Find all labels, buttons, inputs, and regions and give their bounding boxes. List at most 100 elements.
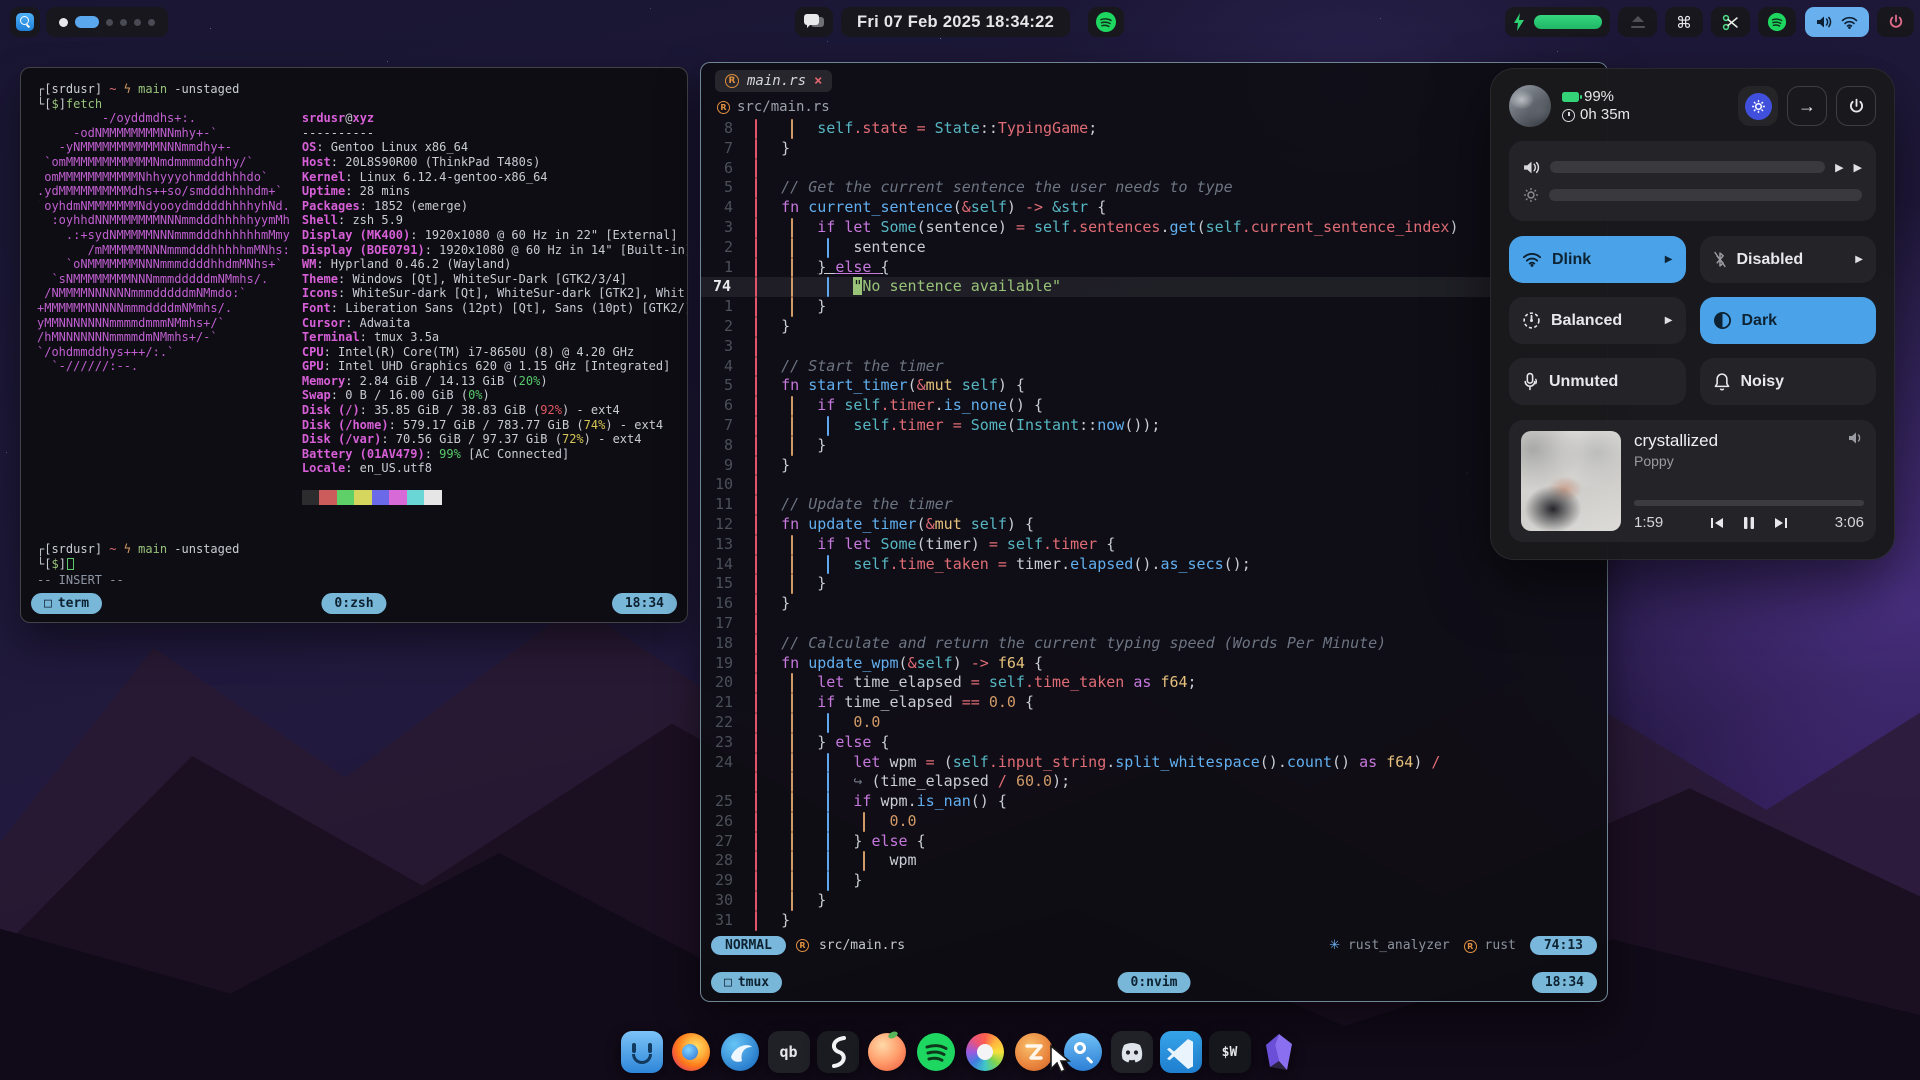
- toggle-bluetooth[interactable]: Disabled▶: [1700, 236, 1877, 283]
- network-audio-widget[interactable]: [1805, 7, 1869, 37]
- spotify-icon: [1767, 12, 1787, 32]
- code-line: ↪ (time_elapsed / 60.0);: [701, 772, 1607, 792]
- spotify-button[interactable]: [1758, 7, 1796, 37]
- dock-dollar-w-app-icon[interactable]: $W: [1209, 1031, 1251, 1073]
- dock-discord-icon[interactable]: [1111, 1031, 1153, 1073]
- code-area[interactable]: 8 self.state = State::TypingGame;7 }65 /…: [701, 119, 1607, 931]
- workspace-indicator[interactable]: [46, 7, 168, 37]
- wifi-icon: [1522, 252, 1542, 267]
- chevron-right-icon[interactable]: ▶: [1665, 254, 1673, 265]
- battery-widget[interactable]: [1505, 7, 1610, 37]
- launcher-button[interactable]: [10, 7, 40, 37]
- code-line: 3: [701, 337, 1607, 357]
- power-icon: [1848, 98, 1865, 115]
- previous-track-icon[interactable]: [1710, 517, 1725, 529]
- code-line: 21 if time_elapsed == 0.0 {: [701, 693, 1607, 713]
- chevron-right-icon[interactable]: ▶: [1855, 254, 1863, 265]
- code-line: 19 fn update_wpm(&self) -> f64 {: [701, 654, 1607, 674]
- workspace-dot-active[interactable]: [75, 16, 99, 28]
- rust-file-icon: R: [725, 74, 739, 88]
- track-progress-bar[interactable]: [1634, 500, 1864, 506]
- code-line: 12 fn update_timer(&mut self) {: [701, 515, 1607, 535]
- gentoo-ascii-logo: -/oyddmdhs+:. -odNMMMMMMMMNNmhy+-` -yNMM…: [37, 111, 290, 374]
- lsp-name: rust_analyzer: [1348, 938, 1450, 953]
- workspace-dot-empty[interactable]: [106, 19, 113, 26]
- dock-files-icon[interactable]: [621, 1031, 663, 1073]
- brightness-slider[interactable]: [1523, 181, 1862, 209]
- toggle-power-profile[interactable]: Balanced▶: [1509, 297, 1686, 344]
- dock-peach-app-icon[interactable]: [866, 1031, 908, 1073]
- workspace-dot-empty[interactable]: [148, 19, 155, 26]
- dock-firefox-icon[interactable]: [670, 1031, 712, 1073]
- code-line: 3 if let Some(sent​ence) = self.sentence…: [701, 218, 1607, 238]
- workspace-dot-empty[interactable]: [120, 19, 127, 26]
- tray-button[interactable]: [1618, 7, 1657, 37]
- tab-main-rs[interactable]: R main.rs ×: [715, 70, 832, 92]
- total-time: 3:06: [1835, 514, 1864, 531]
- dock-qutebrowser-icon[interactable]: qb: [768, 1031, 810, 1073]
- next-track-icon[interactable]: [1773, 517, 1788, 529]
- tmux-status-bar: □tmux 0:nvim 18:34: [711, 971, 1597, 995]
- battery-icon: [1562, 92, 1579, 102]
- speaker-icon[interactable]: [1848, 431, 1864, 445]
- volume-slider[interactable]: ▶ ▶: [1523, 153, 1862, 181]
- clock-widget[interactable]: Fri 07 Feb 2025 18:34:22: [841, 7, 1070, 37]
- status-bar: Fri 07 Feb 2025 18:34:22 ⌘: [0, 0, 1920, 44]
- code-line: 23 } else {: [701, 733, 1607, 753]
- code-line: 25 if wpm.is_nan() {: [701, 792, 1607, 812]
- battery-percent: 99%: [1584, 88, 1614, 106]
- chat-bubble-icon: [804, 14, 824, 30]
- close-icon[interactable]: ×: [814, 73, 822, 89]
- current-code-line: 74 "No sentence available": [701, 277, 1607, 297]
- keybinds-button[interactable]: ⌘: [1665, 7, 1703, 37]
- gear-icon: [1751, 99, 1766, 114]
- toggle-dark-mode[interactable]: Dark: [1700, 297, 1877, 344]
- chevron-right-icon[interactable]: ▶: [1854, 161, 1862, 174]
- now-playing-indicator[interactable]: [1088, 7, 1124, 37]
- track-artist: Poppy: [1634, 453, 1848, 469]
- tmux-window-pill[interactable]: 0:nvim: [1118, 972, 1191, 993]
- code-line: 4 fn current_sentence(&self) -> &str {: [701, 198, 1607, 218]
- logout-button[interactable]: →: [1787, 86, 1827, 126]
- screenshot-button[interactable]: [1711, 7, 1750, 37]
- code-line: 20 let time_elapsed = self.time_taken as…: [701, 673, 1607, 693]
- dock-spotify-icon[interactable]: [915, 1031, 957, 1073]
- buffer-tabbar: R main.rs ×: [701, 63, 1607, 95]
- sliders-card: ▶ ▶: [1509, 141, 1876, 221]
- code-line: 5 fn start_timer(&mut self) {: [701, 376, 1607, 396]
- code-line: 13 if let Some(timer) = self.timer {: [701, 535, 1607, 555]
- chevron-right-icon[interactable]: ▶: [1835, 161, 1843, 174]
- dock-thunderbird-icon[interactable]: [719, 1031, 761, 1073]
- avatar[interactable]: [1509, 85, 1551, 127]
- tmux-window-pill[interactable]: 0:zsh: [321, 593, 386, 614]
- workspace-dot-occupied[interactable]: [59, 18, 68, 27]
- power-menu-button[interactable]: [1836, 86, 1876, 126]
- dock-obsidian-icon[interactable]: [1258, 1031, 1300, 1073]
- power-button[interactable]: [1877, 7, 1914, 37]
- settings-button[interactable]: [1738, 86, 1778, 126]
- notifications-button[interactable]: [795, 7, 833, 37]
- toggle-microphone[interactable]: Unmuted: [1509, 358, 1686, 405]
- filetype: rust: [1485, 938, 1516, 953]
- mode-indicator: NORMAL: [711, 936, 786, 955]
- toggle-wifi[interactable]: Dlink▶: [1509, 236, 1686, 283]
- toggle-notifications[interactable]: Noisy: [1700, 358, 1877, 405]
- code-line: 2 }: [701, 317, 1607, 337]
- code-line: 26 0.0: [701, 812, 1607, 832]
- pause-icon[interactable]: [1743, 516, 1755, 530]
- tmux-session-pill[interactable]: □term: [31, 593, 102, 614]
- shell-prompt-cursor-line[interactable]: └[$]: [37, 557, 671, 572]
- album-art: [1521, 431, 1621, 531]
- workspace-dot-empty[interactable]: [134, 19, 141, 26]
- dock-swirl-app-icon[interactable]: [817, 1031, 859, 1073]
- dock-photos-icon[interactable]: [964, 1031, 1006, 1073]
- dock-vscode-icon[interactable]: [1160, 1031, 1202, 1073]
- editor-window[interactable]: R main.rs × R src/main.rs 8 self.state =…: [700, 62, 1608, 1002]
- charging-bolt-icon: [1513, 13, 1525, 31]
- search-icon: [16, 13, 34, 31]
- terminal-window[interactable]: ┌[srdusr] ~ ϟ main -unstaged └[$]fetch -…: [20, 67, 688, 623]
- speaker-icon: [1816, 15, 1832, 29]
- tmux-session-pill[interactable]: □tmux: [711, 972, 782, 993]
- contrast-icon: [1713, 311, 1732, 330]
- chevron-right-icon[interactable]: ▶: [1665, 315, 1673, 326]
